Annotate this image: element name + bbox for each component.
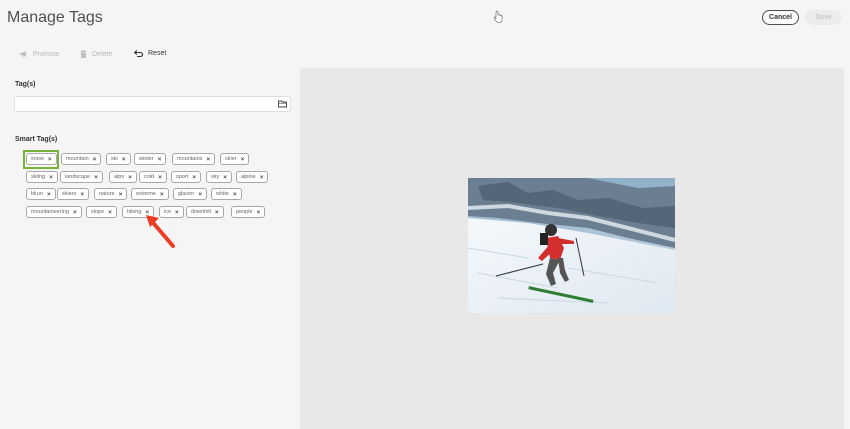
close-icon[interactable]: ×	[47, 191, 51, 198]
tag-label: mountaineering	[31, 209, 69, 215]
tag-label: mountains	[177, 156, 203, 162]
tag-label: slope	[91, 209, 105, 215]
tag-label: skiing	[31, 174, 46, 180]
tag-label: skiers	[62, 191, 77, 197]
tag-label: bkun	[31, 191, 43, 197]
smart-tag-chip[interactable]: alpine ×	[236, 171, 269, 183]
promote-label: Promote	[33, 50, 60, 58]
tag-label: landscape	[65, 174, 91, 180]
close-icon[interactable]: ×	[93, 156, 97, 163]
smart-tag-chip[interactable]: mountain ×	[61, 153, 102, 165]
toolbar: Promote Delete Reset	[0, 44, 300, 66]
reset-button[interactable]: Reset	[134, 50, 166, 57]
smart-tag-chip[interactable]: alps ×	[109, 171, 137, 183]
close-icon[interactable]: ×	[223, 174, 227, 181]
smart-tags-label: Smart Tag(s)	[15, 136, 58, 143]
smart-tag-chip[interactable]: skiers ×	[57, 188, 90, 200]
close-icon[interactable]: ×	[108, 209, 112, 216]
tag-label: cold	[144, 174, 155, 180]
smart-tag-chip[interactable]: white ×	[211, 188, 242, 200]
close-icon[interactable]: ×	[94, 174, 98, 181]
tags-input[interactable]	[14, 96, 291, 112]
hand-cursor-icon	[493, 11, 503, 23]
delete-label: Delete	[92, 50, 113, 58]
tag-label: skier	[225, 156, 237, 162]
close-icon[interactable]: ×	[122, 156, 126, 163]
smart-tag-chip[interactable]: cold ×	[139, 171, 167, 183]
close-icon[interactable]: ×	[206, 156, 210, 163]
close-icon[interactable]: ×	[198, 191, 202, 198]
smart-tag-chip[interactable]: people ×	[231, 206, 266, 218]
page-title: Manage Tags	[7, 9, 103, 26]
close-icon[interactable]: ×	[233, 191, 237, 198]
tag-label: ski	[111, 156, 118, 162]
tag-label: sky	[211, 174, 220, 180]
close-icon[interactable]: ×	[260, 174, 264, 181]
undo-icon	[134, 50, 143, 57]
tag-label: nature	[99, 191, 115, 197]
close-icon[interactable]: ×	[241, 156, 245, 163]
smart-tag-chip[interactable]: mountaineering ×	[26, 206, 82, 218]
tag-label: downhill	[191, 209, 211, 215]
arrow-icon	[146, 215, 175, 248]
close-icon[interactable]: ×	[192, 174, 196, 181]
smart-tag-chip[interactable]: winter ×	[134, 153, 167, 165]
tag-label: alpine	[241, 174, 256, 180]
close-icon[interactable]: ×	[215, 209, 219, 216]
smart-tag-chip[interactable]: ski ×	[106, 153, 131, 165]
tag-label: alps	[114, 174, 125, 180]
tag-label: glacier	[178, 191, 195, 197]
tag-label: winter	[139, 156, 154, 162]
smart-tag-chip[interactable]: nature ×	[94, 188, 128, 200]
cancel-button[interactable]: Cancel	[762, 10, 799, 25]
folder-icon[interactable]	[278, 100, 287, 108]
smart-tag-chip[interactable]: glacier ×	[173, 188, 207, 200]
smart-tag-chip[interactable]: extreme ×	[131, 188, 169, 200]
smart-tag-chip[interactable]: landscape ×	[60, 171, 103, 183]
close-icon[interactable]: ×	[119, 191, 123, 198]
megaphone-icon	[20, 51, 26, 58]
save-button[interactable]: Save	[805, 10, 842, 25]
promote-button[interactable]: Promote	[19, 50, 59, 58]
header: Manage Tags Cancel Save	[0, 0, 850, 40]
tag-label: mountain	[66, 156, 89, 162]
smart-tag-chip[interactable]: sky ×	[206, 171, 233, 183]
close-icon[interactable]: ×	[158, 174, 162, 181]
close-icon[interactable]: ×	[80, 191, 84, 198]
close-icon[interactable]: ×	[128, 174, 132, 181]
smart-tag-chip[interactable]: downhill ×	[186, 206, 224, 218]
skier-photo	[468, 178, 675, 313]
smart-tag-chip[interactable]: bkun ×	[26, 188, 56, 200]
reset-label: Reset	[148, 50, 167, 57]
smart-tag-chip[interactable]: skiing ×	[26, 171, 58, 183]
close-icon[interactable]: ×	[257, 209, 261, 216]
close-icon[interactable]: ×	[158, 156, 162, 163]
highlight-box	[23, 150, 59, 169]
smart-tag-chip[interactable]: sport ×	[171, 171, 202, 183]
tag-label: white	[216, 191, 229, 197]
tag-label: hiking	[127, 209, 142, 215]
smart-tag-chip[interactable]: skier ×	[220, 153, 250, 165]
tag-label: sport	[176, 174, 189, 180]
smart-tag-chip[interactable]: slope ×	[86, 206, 117, 218]
tag-label: people	[236, 209, 253, 215]
tags-label: Tag(s)	[15, 81, 36, 88]
trash-icon	[80, 50, 87, 58]
asset-preview-panel	[300, 68, 844, 429]
close-icon[interactable]: ×	[160, 191, 164, 198]
tag-label: extreme	[136, 191, 156, 197]
delete-button[interactable]: Delete	[80, 50, 112, 58]
close-icon[interactable]: ×	[49, 174, 53, 181]
smart-tag-chip[interactable]: mountains ×	[172, 153, 216, 165]
close-icon[interactable]: ×	[73, 209, 77, 216]
